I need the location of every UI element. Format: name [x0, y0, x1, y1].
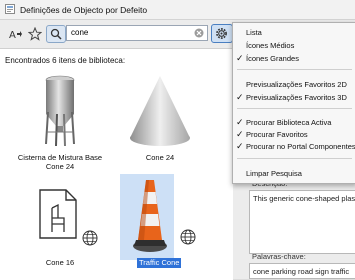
view-options-menu: Lista Ícones Médios ✓ Ícones Grandes Pre… [232, 22, 355, 184]
menu-item-label: Procurar Favoritos [246, 130, 308, 139]
menu-item-medium-icons[interactable]: Ícones Médios [233, 40, 355, 50]
menu-item-clear-search[interactable]: Limpar Pesquisa [233, 168, 355, 178]
path-selector-icon[interactable]: A [9, 27, 23, 41]
result-item-label: Cone 24 [145, 153, 175, 162]
checkmark-icon: ✓ [236, 129, 244, 139]
globe-icon [82, 230, 98, 246]
result-item-cone-16[interactable]: Cone 16 [10, 180, 110, 270]
menu-separator [237, 69, 352, 70]
menu-item-label: Procurar Biblioteca Activa [246, 118, 332, 127]
gear-icon [216, 28, 227, 39]
favorites-star-icon[interactable] [28, 27, 42, 41]
description-text: This generic cone-shaped plast [253, 194, 355, 203]
menu-item-large-icons[interactable]: ✓ Ícones Grandes [233, 53, 355, 63]
menu-item-label: Limpar Pesquisa [246, 169, 302, 178]
menu-item-search-active-library[interactable]: ✓ Procurar Biblioteca Activa [233, 117, 355, 127]
title-bar: Definições de Objecto por Defeito [0, 0, 355, 20]
traffic-cone-thumbnail [133, 180, 167, 252]
result-item-tank[interactable]: Cisterna de Mistura Base Cone 24 [10, 74, 110, 172]
globe-icon [180, 229, 196, 245]
menu-item-label: Ícones Grandes [246, 54, 299, 63]
results-count: Encontrados 6 itens de biblioteca: [5, 56, 126, 65]
clear-search-icon[interactable] [194, 28, 204, 38]
object-settings-dialog: Definições de Objecto por Defeito A cone [0, 0, 355, 280]
menu-separator [237, 158, 352, 159]
result-item-label: Cisterna de Mistura Base Cone 24 [17, 153, 103, 171]
checkmark-icon: ✓ [236, 53, 244, 63]
settings-menu-button[interactable] [211, 24, 233, 43]
cone-thumbnail [130, 76, 190, 146]
menu-item-search-favorites[interactable]: ✓ Procurar Favoritos [233, 129, 355, 139]
checkmark-icon: ✓ [236, 117, 244, 127]
search-input[interactable]: cone [66, 25, 208, 41]
search-input-value: cone [71, 28, 89, 37]
result-item-cone-24[interactable]: Cone 24 [120, 74, 200, 164]
menu-item-favorites-3d[interactable]: ✓ Previsualizações Favoritos 3D [233, 92, 355, 102]
result-item-traffic-cone[interactable] [120, 174, 230, 270]
keywords-field[interactable]: cone parking road sign traffic [249, 263, 355, 279]
app-icon [5, 4, 15, 14]
search-icon [50, 28, 62, 40]
tank-thumbnail [45, 75, 75, 147]
result-item-label: Cone 16 [45, 258, 75, 267]
search-button[interactable] [46, 25, 66, 43]
menu-separator [237, 108, 352, 109]
window-title: Definições de Objecto por Defeito [20, 5, 148, 15]
menu-item-list[interactable]: Lista [233, 27, 355, 37]
menu-item-label: Procurar no Portal Componentes [246, 142, 355, 151]
keywords-label: Palavras-chave: [252, 252, 306, 261]
menu-item-label: Previsualizações Favoritos 2D [246, 80, 347, 89]
generic-object-icon [39, 189, 77, 239]
description-field[interactable]: This generic cone-shaped plast [249, 190, 355, 254]
checkmark-icon: ✓ [236, 141, 244, 151]
menu-item-favorites-2d[interactable]: Previsualizações Favoritos 2D [233, 79, 355, 89]
selected-item-label[interactable]: Traffic Cone [137, 258, 182, 268]
svg-text:A: A [9, 30, 16, 41]
menu-item-search-portal[interactable]: ✓ Procurar no Portal Componentes [233, 141, 355, 151]
keywords-text: cone parking road sign traffic [253, 267, 350, 276]
menu-item-label: Ícones Médios [246, 41, 295, 50]
menu-item-label: Previsualizações Favoritos 3D [246, 93, 347, 102]
checkmark-icon: ✓ [236, 92, 244, 102]
menu-item-label: Lista [246, 28, 262, 37]
